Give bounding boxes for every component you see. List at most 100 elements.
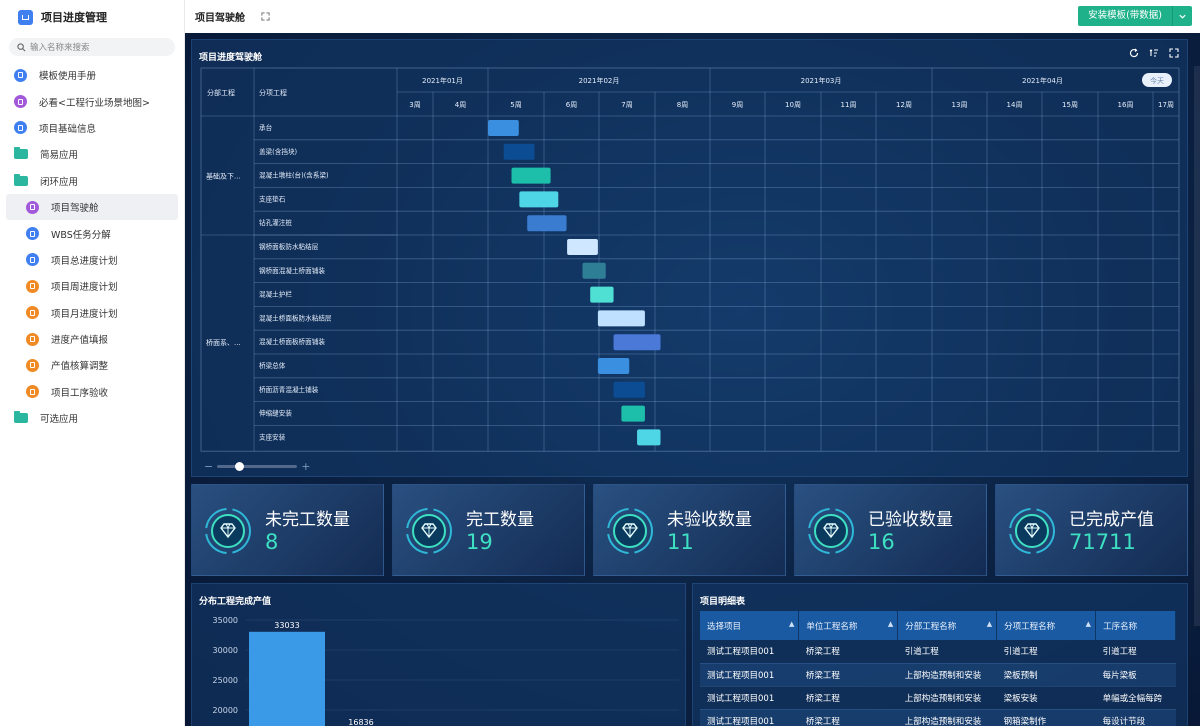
gantt-bar[interactable] — [567, 239, 598, 255]
sidebar-item[interactable]: 项目基础信息 — [0, 115, 184, 141]
gantt-bar[interactable] — [583, 263, 606, 279]
sort-icon[interactable]: ▲ — [987, 620, 992, 628]
gantt-week-label: 3周 — [409, 101, 420, 109]
sidebar-item[interactable]: 可选应用 — [0, 405, 184, 431]
sidebar-item-label: 模板使用手册 — [39, 68, 96, 82]
fullscreen-icon[interactable] — [261, 12, 270, 21]
install-dropdown-button[interactable] — [1172, 6, 1192, 26]
table-body: 测试工程项目001桥梁工程引道工程引道工程引道工程测试工程项目001桥梁工程上部… — [700, 640, 1176, 726]
sidebar-item[interactable]: 产值核算调整 — [0, 352, 184, 378]
sort-icon[interactable]: ▲ — [888, 620, 893, 628]
screen-icon — [14, 95, 27, 108]
table-cell: 上部构造预制和安装 — [898, 663, 997, 686]
gantt-task-label: 钻孔灌注桩 — [259, 218, 292, 227]
sidebar-item-label: 进度产值填报 — [51, 332, 108, 346]
gantt-task-label: 混凝土墩柱(台)(含系梁) — [259, 171, 329, 180]
gantt-task-label: 混凝土桥面板防水粘结层 — [259, 313, 332, 322]
sidebar-item[interactable]: 必看<工程行业场景地图> — [0, 88, 184, 114]
install-template-group: 安装模板(带数据) — [1078, 6, 1192, 26]
gantt-bar[interactable] — [614, 382, 645, 398]
zoom-in-button[interactable]: + — [301, 460, 310, 473]
gantt-bar[interactable] — [621, 406, 645, 422]
sidebar-item[interactable]: WBS任务分解 — [0, 220, 184, 246]
table-cell: 钢箱梁制作 — [997, 709, 1096, 726]
gantt-month-label: 2021年03月 — [801, 76, 842, 85]
gantt-week-label: 4周 — [455, 101, 466, 109]
table-column-header[interactable]: 分部工程名称 ▲ — [898, 611, 997, 640]
table-column-header[interactable]: 选择项目▲ — [700, 611, 799, 640]
gantt-bar[interactable] — [527, 215, 566, 231]
gantt-task-label: 混凝土桥面板桥面铺装 — [259, 337, 325, 346]
stat-card: 未验收数量11 — [593, 484, 786, 576]
table-row[interactable]: 测试工程项目001桥梁工程上部构造预制和安装钢箱梁制作每设计节段 — [700, 709, 1176, 726]
gantt-task-label: 钢桥面板防水粘结层 — [259, 242, 319, 251]
gantt-month-label: 2021年01月 — [422, 76, 463, 85]
table-row[interactable]: 测试工程项目001桥梁工程上部构造预制和安装梁板预制每片梁板 — [700, 663, 1176, 686]
sidebar-item-label: 项目总进度计划 — [51, 253, 118, 267]
gantt-week-label: 17周 — [1158, 101, 1174, 109]
scrollbar[interactable] — [1194, 66, 1200, 626]
detail-table: 选择项目▲单位工程名称▲分部工程名称▲分项工程名称▲工序名称 测试工程项目001… — [700, 611, 1176, 726]
gantt-bar[interactable] — [614, 334, 661, 350]
sidebar-item[interactable]: 简易应用 — [0, 141, 184, 167]
sidebar-item[interactable]: 进度产值填报 — [0, 326, 184, 352]
gantt-task-label: 桥面沥青混凝土铺装 — [259, 385, 319, 394]
sidebar-item[interactable]: 项目工序验收 — [0, 379, 184, 405]
table-cell: 上部构造预制和安装 — [898, 686, 997, 709]
screen-icon — [26, 201, 39, 214]
stat-card: 已完成产值71711 — [995, 484, 1188, 576]
gantt-bar[interactable] — [512, 168, 551, 184]
gantt-bar[interactable] — [519, 191, 558, 207]
gantt-bar[interactable] — [598, 310, 645, 326]
stat-label: 完工数量 — [466, 505, 534, 530]
zoom-out-button[interactable]: − — [204, 460, 213, 473]
refresh-icon[interactable] — [1129, 48, 1139, 58]
form-icon — [26, 306, 39, 319]
sidebar-item[interactable]: 项目总进度计划 — [0, 247, 184, 273]
app-logo-icon — [18, 10, 33, 25]
sort-icon[interactable]: ▲ — [1086, 620, 1091, 628]
doc-icon — [14, 69, 27, 82]
table-column-header[interactable]: 单位工程名称▲ — [799, 611, 898, 640]
gantt-bar[interactable] — [504, 144, 535, 160]
stat-value: 8 — [265, 530, 278, 554]
sidebar-item[interactable]: 模板使用手册 — [0, 62, 184, 88]
zoom-slider-handle[interactable] — [235, 462, 244, 471]
search-input[interactable]: 输入名称来搜索 — [9, 38, 175, 56]
table-column-header[interactable]: 工序名称 — [1096, 611, 1176, 640]
gantt-week-label: 6周 — [566, 101, 577, 109]
app-title: 项目进度管理 — [41, 9, 107, 25]
gantt-title: 项目进度驾驶舱 — [199, 50, 262, 63]
form-icon — [26, 359, 39, 372]
gantt-bar[interactable] — [598, 358, 629, 374]
column-header-label: 分部工程名称 — [905, 622, 956, 632]
gantt-bar[interactable] — [637, 429, 660, 445]
table-row[interactable]: 测试工程项目001桥梁工程引道工程引道工程引道工程 — [700, 640, 1176, 663]
sidebar-item[interactable]: 项目月进度计划 — [0, 300, 184, 326]
gantt-bar[interactable] — [488, 120, 519, 136]
install-template-button[interactable]: 安装模板(带数据) — [1078, 6, 1172, 26]
gantt-bar[interactable] — [590, 287, 613, 303]
stat-label: 已验收数量 — [868, 505, 953, 530]
form-icon — [26, 333, 39, 346]
sidebar-item[interactable]: 项目驾驶舱 — [6, 194, 178, 220]
sort-icon[interactable]: ▲ — [789, 620, 794, 628]
table-column-header[interactable]: 分项工程名称▲ — [997, 611, 1096, 640]
table-row[interactable]: 测试工程项目001桥梁工程上部构造预制和安装梁板安装单幅或全幅每跨 — [700, 686, 1176, 709]
gantt-week-label: 5周 — [510, 101, 521, 109]
sidebar-item[interactable]: 项目周进度计划 — [0, 273, 184, 299]
gantt-week-label: 8周 — [677, 101, 688, 109]
dashboard: 分部工程分项工程2021年01月2021年02月2021年03月2021年04月… — [185, 33, 1200, 726]
sidebar-item-label: 项目周进度计划 — [51, 279, 118, 293]
search-icon — [17, 43, 26, 52]
table-cell: 桥梁工程 — [799, 640, 898, 663]
sort-icon[interactable] — [1149, 48, 1159, 58]
stat-value: 11 — [667, 530, 694, 554]
fullscreen-icon[interactable] — [1169, 48, 1179, 58]
sidebar-item[interactable]: 闭环应用 — [0, 168, 184, 194]
zoom-slider[interactable] — [217, 465, 297, 468]
bar-chart-panel: 350003000025000200003303316836 分布工程完成产值 — [191, 583, 686, 726]
table-cell: 桥梁工程 — [799, 686, 898, 709]
table-cell: 测试工程项目001 — [700, 663, 799, 686]
gantt-week-label: 13周 — [952, 101, 968, 109]
